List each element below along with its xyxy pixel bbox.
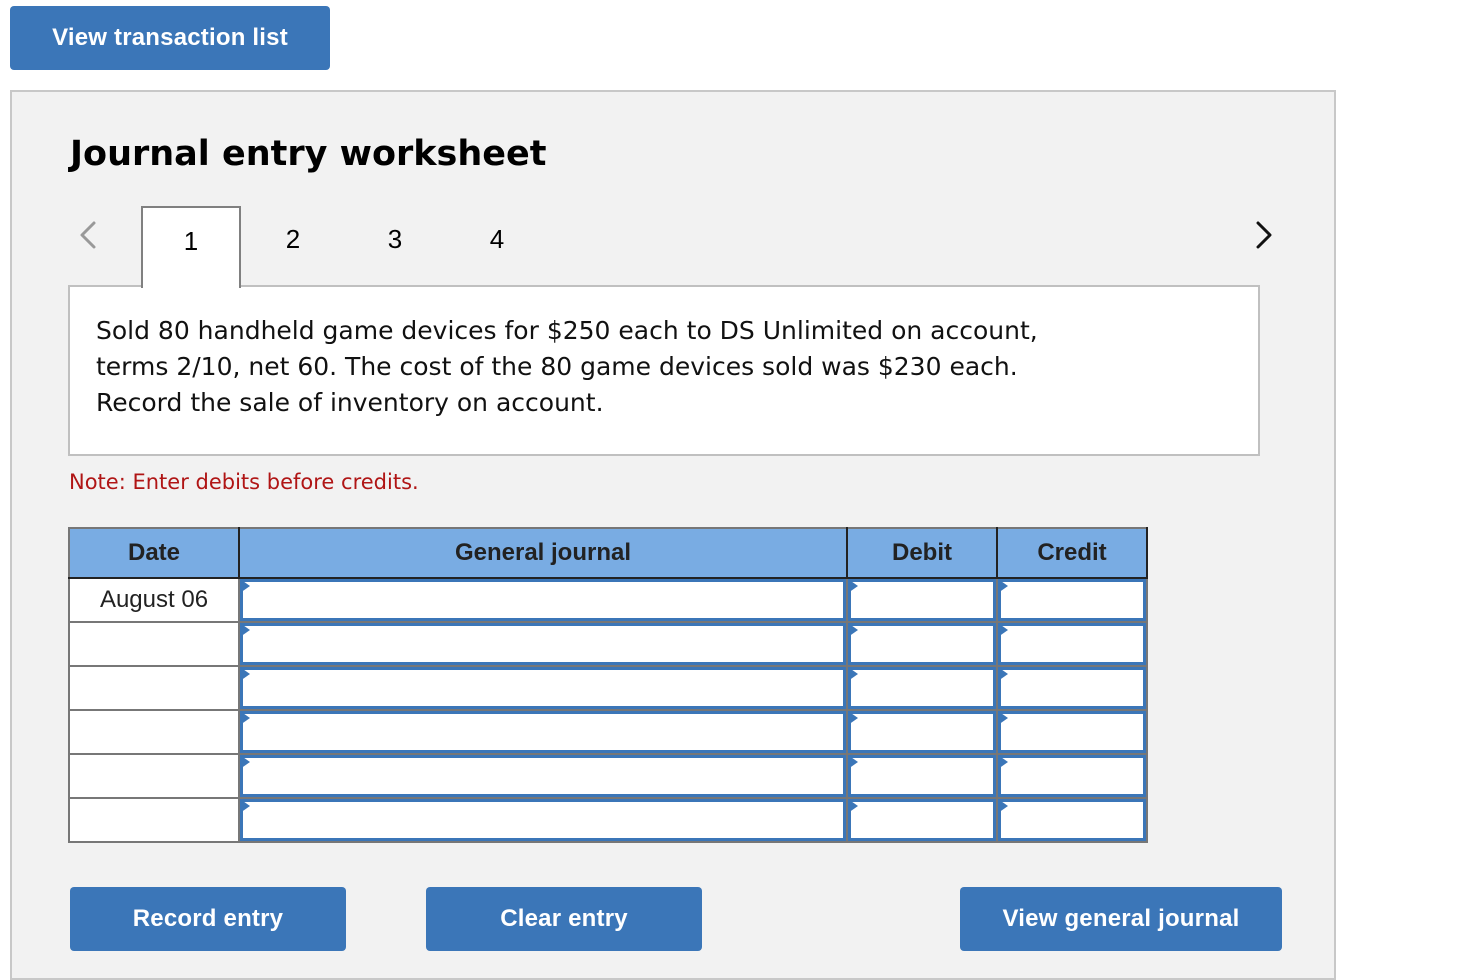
input-marker-icon — [240, 667, 250, 681]
account-cell — [238, 709, 848, 755]
worksheet-title: Journal entry worksheet — [70, 134, 547, 174]
debit-cell — [846, 665, 998, 711]
tab-1[interactable]: 1 — [141, 206, 241, 288]
journal-row — [68, 797, 1148, 843]
input-marker-icon — [240, 799, 250, 813]
description-line: Record the sale of inventory on account. — [96, 388, 604, 417]
credit-input[interactable] — [998, 667, 1146, 709]
journal-entry-worksheet-panel: Journal entry worksheet 1 2 3 4 Sold 80 … — [10, 90, 1336, 980]
date-cell: August 06 — [68, 577, 240, 623]
account-dropdown-input[interactable] — [240, 623, 846, 665]
account-dropdown-input[interactable] — [240, 711, 846, 753]
date-cell — [68, 665, 240, 711]
tab-4[interactable]: 4 — [447, 206, 547, 286]
debit-cell — [846, 797, 998, 843]
account-dropdown-input[interactable] — [240, 579, 846, 621]
credit-cell — [996, 797, 1148, 843]
input-marker-icon — [998, 711, 1008, 725]
credit-cell — [996, 665, 1148, 711]
description-line: Sold 80 handheld game devices for $250 e… — [96, 316, 1038, 345]
account-cell — [238, 621, 848, 667]
input-marker-icon — [998, 579, 1008, 593]
journal-row — [68, 709, 1148, 755]
input-marker-icon — [998, 667, 1008, 681]
date-cell — [68, 621, 240, 667]
journal-row: August 06 — [68, 577, 1148, 623]
account-cell — [238, 753, 848, 799]
transaction-description: Sold 80 handheld game devices for $250 e… — [68, 285, 1260, 456]
credit-input[interactable] — [998, 755, 1146, 797]
input-marker-icon — [848, 755, 858, 769]
debit-cell — [846, 577, 998, 623]
date-cell — [68, 709, 240, 755]
input-marker-icon — [998, 755, 1008, 769]
credit-input[interactable] — [998, 623, 1146, 665]
input-marker-icon — [240, 623, 250, 637]
record-entry-button[interactable]: Record entry — [70, 887, 346, 951]
view-transaction-list-button[interactable]: View transaction list — [10, 6, 330, 70]
input-marker-icon — [848, 579, 858, 593]
tab-3[interactable]: 3 — [345, 206, 445, 286]
credit-input[interactable] — [998, 579, 1146, 621]
view-general-journal-button[interactable]: View general journal — [960, 887, 1282, 951]
account-cell — [238, 797, 848, 843]
input-marker-icon — [240, 711, 250, 725]
debits-credits-note: Note: Enter debits before credits. — [69, 470, 419, 494]
header-debit: Debit — [846, 527, 998, 579]
account-cell — [238, 577, 848, 623]
journal-row — [68, 665, 1148, 711]
debit-input[interactable] — [848, 755, 996, 797]
journal-row — [68, 753, 1148, 799]
input-marker-icon — [848, 799, 858, 813]
date-cell — [68, 797, 240, 843]
description-line: terms 2/10, net 60. The cost of the 80 g… — [96, 352, 1018, 381]
tab-2[interactable]: 2 — [243, 206, 343, 286]
chevron-left-icon[interactable] — [74, 220, 104, 250]
account-cell — [238, 665, 848, 711]
account-dropdown-input[interactable] — [240, 755, 846, 797]
chevron-right-icon[interactable] — [1250, 220, 1280, 250]
input-marker-icon — [848, 623, 858, 637]
account-dropdown-input[interactable] — [240, 667, 846, 709]
credit-cell — [996, 577, 1148, 623]
journal-row — [68, 621, 1148, 667]
credit-input[interactable] — [998, 799, 1146, 841]
date-cell — [68, 753, 240, 799]
input-marker-icon — [240, 755, 250, 769]
credit-cell — [996, 753, 1148, 799]
debit-input[interactable] — [848, 623, 996, 665]
header-credit: Credit — [996, 527, 1148, 579]
journal-table: Date General journal Debit Credit August… — [68, 527, 1148, 843]
debit-input[interactable] — [848, 579, 996, 621]
input-marker-icon — [848, 711, 858, 725]
debit-cell — [846, 753, 998, 799]
debit-input[interactable] — [848, 711, 996, 753]
header-date: Date — [68, 527, 240, 579]
account-dropdown-input[interactable] — [240, 799, 846, 841]
debit-cell — [846, 709, 998, 755]
credit-cell — [996, 709, 1148, 755]
debit-input[interactable] — [848, 799, 996, 841]
input-marker-icon — [240, 579, 250, 593]
credit-cell — [996, 621, 1148, 667]
debit-input[interactable] — [848, 667, 996, 709]
credit-input[interactable] — [998, 711, 1146, 753]
input-marker-icon — [998, 623, 1008, 637]
input-marker-icon — [998, 799, 1008, 813]
header-general-journal: General journal — [238, 527, 848, 579]
journal-header-row: Date General journal Debit Credit — [68, 527, 1148, 579]
debit-cell — [846, 621, 998, 667]
clear-entry-button[interactable]: Clear entry — [426, 887, 702, 951]
input-marker-icon — [848, 667, 858, 681]
